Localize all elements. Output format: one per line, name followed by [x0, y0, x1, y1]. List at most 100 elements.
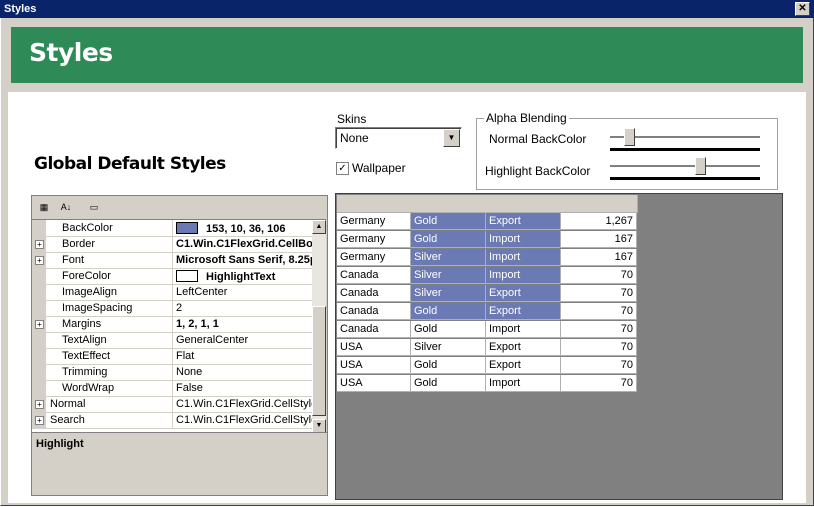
grid-cell-country[interactable]: Germany [337, 249, 411, 266]
grid-cell-type[interactable]: Export [486, 213, 561, 230]
scroll-up-icon[interactable]: ▲ [312, 220, 326, 234]
column-header[interactable] [561, 195, 638, 213]
expand-icon[interactable]: + [35, 256, 44, 265]
grid-cell-country[interactable]: Canada [337, 267, 411, 284]
grid-cell-type[interactable]: Import [486, 375, 561, 392]
scroll-down-icon[interactable]: ▼ [312, 419, 326, 433]
grid-cell-country[interactable]: Germany [337, 213, 411, 230]
normal-backcolor-slider[interactable] [610, 128, 760, 151]
slider-thumb[interactable] [695, 157, 706, 175]
property-row[interactable]: TextAlign GeneralCenter [32, 332, 312, 349]
grid-cell-type[interactable]: Export [486, 339, 561, 356]
property-value[interactable]: C1.Win.C1FlexGrid.CellStyle [176, 414, 312, 426]
property-row[interactable]: + Font Microsoft Sans Serif, 8.25pt [32, 252, 312, 269]
grid-cell-value[interactable]: 70 [561, 303, 637, 320]
property-value[interactable]: Microsoft Sans Serif, 8.25pt [176, 254, 312, 266]
sort-alphabetical-icon[interactable]: A↓ [58, 199, 74, 215]
property-value[interactable]: HighlightText [176, 270, 312, 283]
close-button[interactable]: ✕ [795, 2, 810, 16]
property-value[interactable]: C1.Win.C1FlexGrid.CellBorder [176, 238, 312, 250]
grid-cell-country[interactable]: Canada [337, 303, 411, 320]
grid-cell-value[interactable]: 167 [561, 249, 637, 266]
column-header[interactable] [337, 195, 412, 213]
column-separator [172, 220, 173, 236]
grid-cell-value[interactable]: 1,267 [561, 213, 637, 230]
column-separator [172, 300, 173, 316]
property-value[interactable]: Flat [176, 350, 312, 362]
highlight-backcolor-slider[interactable] [610, 157, 760, 180]
property-value[interactable]: GeneralCenter [176, 334, 312, 346]
slider-thumb[interactable] [624, 128, 635, 146]
grid-cell-type[interactable]: Import [486, 249, 561, 266]
grid-cell-value[interactable]: 167 [561, 231, 637, 248]
grid-cell-metal[interactable]: Gold [411, 357, 486, 374]
grid-cell-value[interactable]: 70 [561, 375, 637, 392]
property-row[interactable]: ImageSpacing 2 [32, 300, 312, 317]
grid-cell-country[interactable]: USA [337, 357, 411, 374]
property-value[interactable]: None [176, 366, 312, 378]
property-value[interactable]: C1.Win.C1FlexGrid.CellStyle [176, 398, 312, 410]
property-pages-icon[interactable]: ▭ [86, 199, 102, 215]
property-value[interactable]: False [176, 382, 312, 394]
grid-cell-country[interactable]: Canada [337, 321, 411, 338]
property-value[interactable]: 1, 2, 1, 1 [176, 318, 312, 330]
property-value[interactable]: LeftCenter [176, 286, 312, 298]
property-name: ImageSpacing [62, 302, 133, 314]
grid-cell-country[interactable]: Canada [337, 285, 411, 302]
property-row[interactable]: BackColor 153, 10, 36, 106 [32, 220, 312, 237]
column-header[interactable] [486, 195, 562, 213]
property-row[interactable]: ImageAlign LeftCenter [32, 284, 312, 301]
grid-cell-metal[interactable]: Silver [411, 267, 486, 284]
property-row[interactable]: + Normal C1.Win.C1FlexGrid.CellStyle [32, 396, 312, 413]
property-row[interactable]: ForeColor HighlightText [32, 268, 312, 285]
column-separator [172, 268, 173, 284]
grid-cell-value[interactable]: 70 [561, 285, 637, 302]
property-value[interactable]: 153, 10, 36, 106 [176, 222, 312, 235]
expand-icon[interactable]: + [35, 416, 44, 425]
grid-cell-type[interactable]: Import [486, 231, 561, 248]
grid-cell-metal[interactable]: Silver [411, 285, 486, 302]
row-gutter [32, 284, 46, 300]
flexgrid[interactable]: Germany Gold Export 1,267 Germany Gold Import 1… [337, 195, 638, 395]
grid-cell-country[interactable]: USA [337, 375, 411, 392]
wallpaper-checkbox[interactable]: ✓ [336, 162, 349, 175]
property-row[interactable]: + Search C1.Win.C1FlexGrid.CellStyle [32, 412, 312, 429]
property-row[interactable]: + Margins 1, 2, 1, 1 [32, 316, 312, 333]
column-header[interactable] [411, 195, 487, 213]
expand-icon[interactable]: + [35, 240, 44, 249]
vertical-scrollbar[interactable]: ▲ ▼ [312, 220, 326, 433]
property-row[interactable]: + Border C1.Win.C1FlexGrid.CellBorder [32, 236, 312, 253]
property-grid: ▦ A↓ ▭ + Search C1.Win.C1FlexGrid.CellStyl… [31, 195, 328, 434]
grid-cell-country[interactable]: Germany [337, 231, 411, 248]
grid-cell-type[interactable]: Import [486, 267, 561, 284]
property-row[interactable]: TextEffect Flat [32, 348, 312, 365]
wallpaper-label[interactable]: Wallpaper [352, 161, 406, 175]
grid-cell-type[interactable]: Export [486, 357, 561, 374]
property-name: WordWrap [62, 382, 115, 394]
grid-cell-value[interactable]: 70 [561, 357, 637, 374]
skins-dropdown[interactable]: None ▼ [335, 127, 462, 149]
grid-cell-type[interactable]: Export [486, 285, 561, 302]
grid-cell-metal[interactable]: Gold [411, 231, 486, 248]
expand-icon[interactable]: + [35, 400, 44, 409]
grid-cell-metal[interactable]: Gold [411, 213, 486, 230]
grid-cell-value[interactable]: 70 [561, 339, 637, 356]
grid-cell-type[interactable]: Import [486, 321, 561, 338]
property-row[interactable]: Trimming None [32, 364, 312, 381]
property-row[interactable]: WordWrap False [32, 380, 312, 397]
grid-cell-value[interactable]: 70 [561, 267, 637, 284]
chevron-down-icon[interactable]: ▼ [443, 129, 460, 147]
property-value-text: Microsoft Sans Serif, 8.25pt [176, 254, 312, 266]
grid-cell-value[interactable]: 70 [561, 321, 637, 338]
grid-cell-metal[interactable]: Silver [411, 249, 486, 266]
scroll-thumb[interactable] [312, 306, 326, 416]
grid-cell-metal[interactable]: Gold [411, 321, 486, 338]
grid-cell-metal[interactable]: Silver [411, 339, 486, 356]
grid-cell-metal[interactable]: Gold [411, 375, 486, 392]
grid-cell-metal[interactable]: Gold [411, 303, 486, 320]
expand-icon[interactable]: + [35, 320, 44, 329]
grid-cell-country[interactable]: USA [337, 339, 411, 356]
categorized-icon[interactable]: ▦ [36, 199, 52, 215]
property-value[interactable]: 2 [176, 302, 312, 314]
grid-cell-type[interactable]: Export [486, 303, 561, 320]
